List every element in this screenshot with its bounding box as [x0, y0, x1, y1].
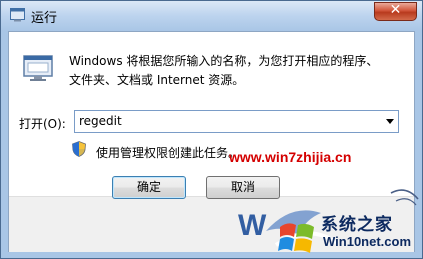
brand-name: 系统之家 [321, 215, 393, 235]
watermark-url: www.win7zhijia.cn [229, 149, 352, 165]
close-button[interactable]: ✕ [374, 2, 417, 21]
open-input[interactable] [79, 113, 369, 129]
ok-button[interactable]: 确定 [112, 176, 186, 199]
uac-shield-icon [72, 141, 86, 157]
description-line-1: Windows 将根据您所输入的名称，为您打开相应的程序、 [69, 54, 379, 68]
admin-privilege-text: 使用管理权限创建此任务。 [96, 146, 241, 160]
brand-url: Win10net.com [323, 234, 412, 249]
svg-text:W: W [238, 209, 267, 242]
chevron-down-icon[interactable] [386, 119, 394, 124]
title-bar[interactable]: 运行 ✕ [1, 1, 422, 31]
description-line-2: 文件夹、文档或 Internet 资源。 [69, 73, 245, 87]
window-title: 运行 [31, 11, 58, 26]
close-icon: ✕ [389, 2, 402, 18]
open-combobox[interactable] [74, 110, 399, 133]
run-dialog-icon [23, 55, 53, 81]
run-dialog-window: 运行 ✕ Windows 将根据您所输入的名称，为您打开相应的程序、 文件夹、文… [0, 0, 423, 259]
description-text: Windows 将根据您所输入的名称，为您打开相应的程序、 文件夹、文档或 In… [69, 52, 399, 90]
run-title-icon [10, 8, 25, 22]
open-label: 打开(O): [19, 117, 66, 131]
